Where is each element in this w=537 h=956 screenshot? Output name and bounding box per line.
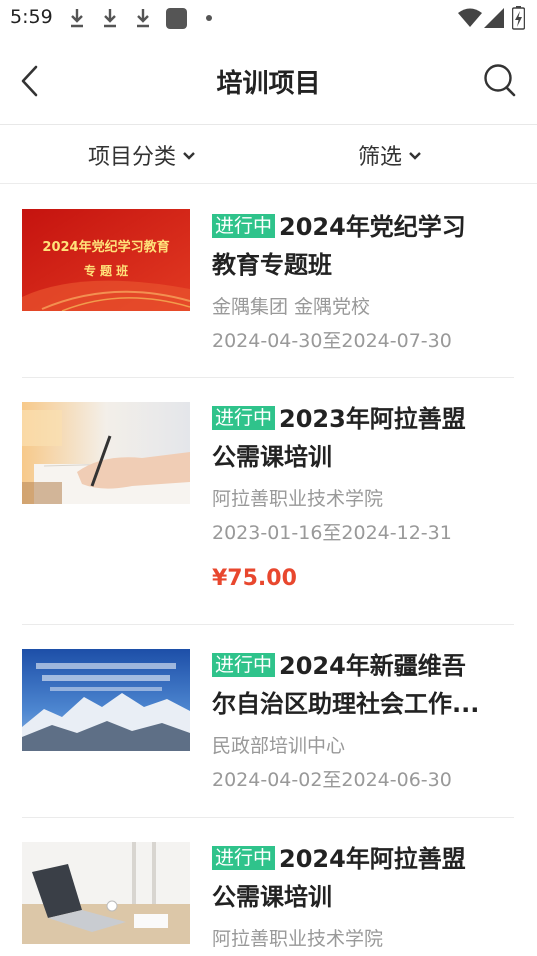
thumbnail-subtitle: 专 题 班 bbox=[84, 263, 128, 278]
mountain-banner-image bbox=[22, 649, 190, 751]
wifi-icon bbox=[458, 8, 482, 27]
download-icon bbox=[104, 9, 116, 28]
project-thumbnail bbox=[22, 842, 190, 944]
item-title-line2: 尔自治区助理社会工作... bbox=[212, 690, 480, 718]
list-item[interactable]: 2024年党纪学习教育 专 题 班 进行中 2024年党纪学习 教育专题班 金隅集… bbox=[0, 184, 537, 378]
item-organization: 金隅集团 金隅党校 bbox=[212, 296, 371, 318]
item-title-line2: 教育专题班 bbox=[212, 251, 332, 279]
item-price: ¥75.00 bbox=[212, 566, 297, 591]
laptop-desk-image bbox=[22, 842, 190, 944]
status-badge: 进行中 bbox=[212, 406, 276, 430]
chevron-down-icon bbox=[183, 152, 195, 160]
item-title-line1: 2024年新疆维吾 bbox=[279, 652, 466, 680]
status-badge: 进行中 bbox=[212, 214, 276, 238]
item-title: 进行中 2024年党纪学习 教育专题班 bbox=[212, 208, 512, 284]
item-date-range: 2024-04-30至2024-07-30 bbox=[212, 330, 452, 352]
filter-bar: 项目分类 筛选 bbox=[0, 125, 537, 184]
page-title: 培训项目 bbox=[216, 69, 321, 99]
item-date-range: 2023-01-16至2024-12-31 bbox=[212, 522, 452, 544]
status-bar: 5:59 bbox=[0, 0, 537, 38]
search-icon[interactable] bbox=[481, 60, 519, 100]
category-filter-dropdown[interactable]: 项目分类 bbox=[88, 139, 196, 171]
item-date-range: 2024-04-02至2024-06-30 bbox=[212, 769, 452, 791]
item-organization: 阿拉善职业技术学院 bbox=[212, 488, 384, 510]
battery-icon bbox=[512, 6, 525, 30]
status-badge: 进行中 bbox=[212, 653, 276, 677]
writing-photo-image bbox=[22, 402, 190, 504]
list-item[interactable]: 进行中 2024年新疆维吾 尔自治区助理社会工作... 民政部培训中心 2024-… bbox=[0, 625, 537, 818]
chevron-down-icon bbox=[409, 152, 421, 160]
download-icon bbox=[137, 9, 149, 28]
thumbnail-title: 2024年党纪学习教育 bbox=[42, 239, 169, 255]
signal-icon bbox=[484, 8, 504, 28]
filter-dropdown[interactable]: 筛选 bbox=[358, 139, 422, 171]
item-title-line1: 2024年党纪学习 bbox=[279, 213, 466, 241]
item-title-line2: 公需课培训 bbox=[212, 883, 332, 911]
item-title: 进行中 2024年阿拉善盟 公需课培训 bbox=[212, 840, 512, 916]
project-banner-image: 2024年党纪学习教育 专 题 班 bbox=[22, 209, 190, 311]
status-time: 5:59 bbox=[10, 6, 53, 28]
category-filter-label: 项目分类 bbox=[88, 145, 177, 170]
list-item[interactable]: 进行中 2024年阿拉善盟 公需课培训 阿拉善职业技术学院 bbox=[0, 818, 537, 956]
item-title: 进行中 2024年新疆维吾 尔自治区助理社会工作... bbox=[212, 647, 512, 723]
project-thumbnail bbox=[22, 649, 190, 751]
status-badge: 进行中 bbox=[212, 846, 276, 870]
more-notifications-icon bbox=[206, 15, 212, 21]
app-header: 培训项目 bbox=[0, 38, 537, 125]
project-thumbnail: 2024年党纪学习教育 专 题 班 bbox=[22, 209, 190, 311]
item-title-line1: 2023年阿拉善盟 bbox=[279, 405, 466, 433]
item-organization: 阿拉善职业技术学院 bbox=[212, 928, 384, 950]
item-title-line2: 公需课培训 bbox=[212, 443, 332, 471]
item-organization: 民政部培训中心 bbox=[212, 735, 346, 757]
app-notification-icon bbox=[166, 8, 187, 29]
item-title: 进行中 2023年阿拉善盟 公需课培训 bbox=[212, 400, 512, 476]
project-thumbnail bbox=[22, 402, 190, 504]
download-icon bbox=[71, 9, 83, 28]
list-item[interactable]: 进行中 2023年阿拉善盟 公需课培训 阿拉善职业技术学院 2023-01-16至… bbox=[0, 378, 537, 625]
item-title-line1: 2024年阿拉善盟 bbox=[279, 845, 466, 873]
filter-label: 筛选 bbox=[358, 145, 403, 170]
